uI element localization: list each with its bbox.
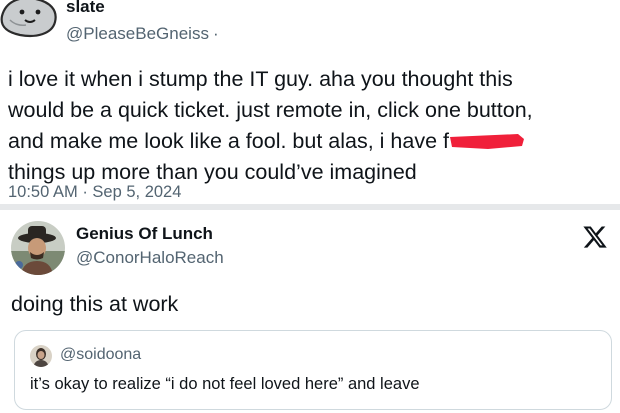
author-name[interactable]: Genius Of Lunch — [76, 224, 213, 244]
quoted-text: it’s okay to realize “i do not feel love… — [30, 375, 420, 393]
tweet-line-text: and make me look like a fool. but alas, … — [8, 129, 449, 153]
tweet-slate: slate @PleaseBeGneiss · i love it when i … — [0, 0, 620, 204]
quoted-tweet[interactable]: @soidoona it’s okay to realize “i do not… — [14, 330, 612, 410]
author-handle[interactable]: @ConorHaloReach — [76, 248, 224, 268]
tweet-line: would be a quick ticket. just remote in,… — [8, 98, 533, 122]
tweet-genius-of-lunch: Genius Of Lunch @ConorHaloReach doing th… — [0, 210, 620, 413]
avatar-slate[interactable] — [0, 0, 60, 46]
avatar-genius-of-lunch[interactable] — [11, 221, 65, 275]
timestamp-separator: · — [82, 183, 88, 201]
tweet-date[interactable]: Sep 5, 2024 — [92, 183, 181, 201]
x-logo-icon[interactable] — [581, 224, 609, 250]
author-name[interactable]: slate — [66, 0, 105, 17]
handle-separator: · — [212, 24, 219, 43]
tweet-time[interactable]: 10:50 AM — [8, 183, 78, 201]
tweet-text: doing this at work — [11, 292, 179, 316]
author-handle[interactable]: @PleaseBeGneiss · — [66, 24, 219, 44]
tweet-text: i love it when i stump the IT guy. aha y… — [8, 64, 616, 188]
quoted-handle[interactable]: @soidoona — [60, 346, 141, 364]
handle-text[interactable]: @PleaseBeGneiss — [66, 24, 209, 43]
tweet-timestamp[interactable]: 10:50 AM · Sep 5, 2024 — [8, 183, 181, 202]
tweet-line-redacted: and make me look like a fool. but alas, … — [8, 126, 616, 157]
redaction-scribble — [450, 134, 524, 149]
quoted-avatar[interactable] — [30, 345, 52, 367]
tweet-line: i love it when i stump the IT guy. aha y… — [8, 67, 513, 91]
